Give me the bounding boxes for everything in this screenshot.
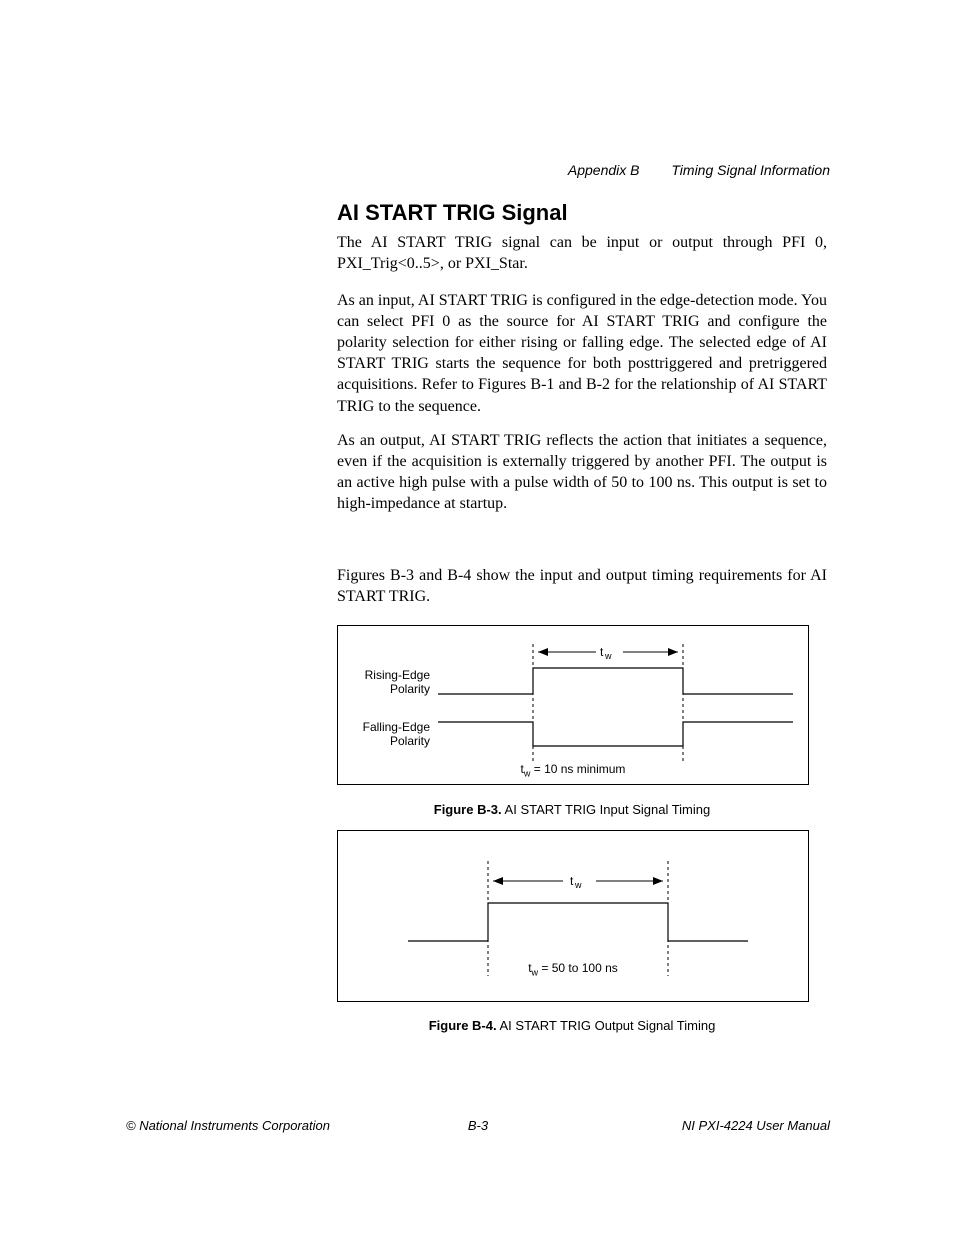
figure-b3-caption: Figure B-3. AI START TRIG Input Signal T…	[337, 802, 807, 817]
page-header: Appendix B Timing Signal Information	[0, 162, 830, 178]
footer-center: B-3	[126, 1118, 830, 1133]
figure-b3-diagram: t w	[338, 626, 808, 784]
paragraph-1: The AI START TRIG signal can be input or…	[337, 232, 827, 274]
figure-b4-box: t w tw = 50 to 100 ns	[337, 830, 809, 1002]
paragraph-3: As an output, AI START TRIG reflects the…	[337, 430, 827, 514]
page-footer: © National Instruments Corporation B-3 N…	[126, 1118, 830, 1133]
document-page: Appendix B Timing Signal Information AI …	[0, 0, 954, 1235]
header-appendix: Appendix B	[568, 162, 640, 178]
svg-text:t: t	[600, 645, 604, 659]
svg-text:w: w	[604, 651, 612, 661]
paragraph-4: Figures B-3 and B-4 show the input and o…	[337, 565, 827, 607]
svg-text:w: w	[574, 880, 582, 890]
paragraph-2: As an input, AI START TRIG is configured…	[337, 290, 827, 417]
header-title: Timing Signal Information	[671, 162, 830, 178]
figure-b4-caption: Figure B-4. AI START TRIG Output Signal …	[337, 1018, 807, 1033]
figure-b4-note: tw = 50 to 100 ns	[338, 961, 808, 977]
figure-b3-box: Rising-Edge Polarity Falling-Edge Polari…	[337, 625, 809, 785]
figure-b3-note: tw = 10 ns minimum	[338, 762, 808, 778]
svg-text:t: t	[570, 874, 574, 888]
section-heading: AI START TRIG Signal	[337, 200, 568, 226]
